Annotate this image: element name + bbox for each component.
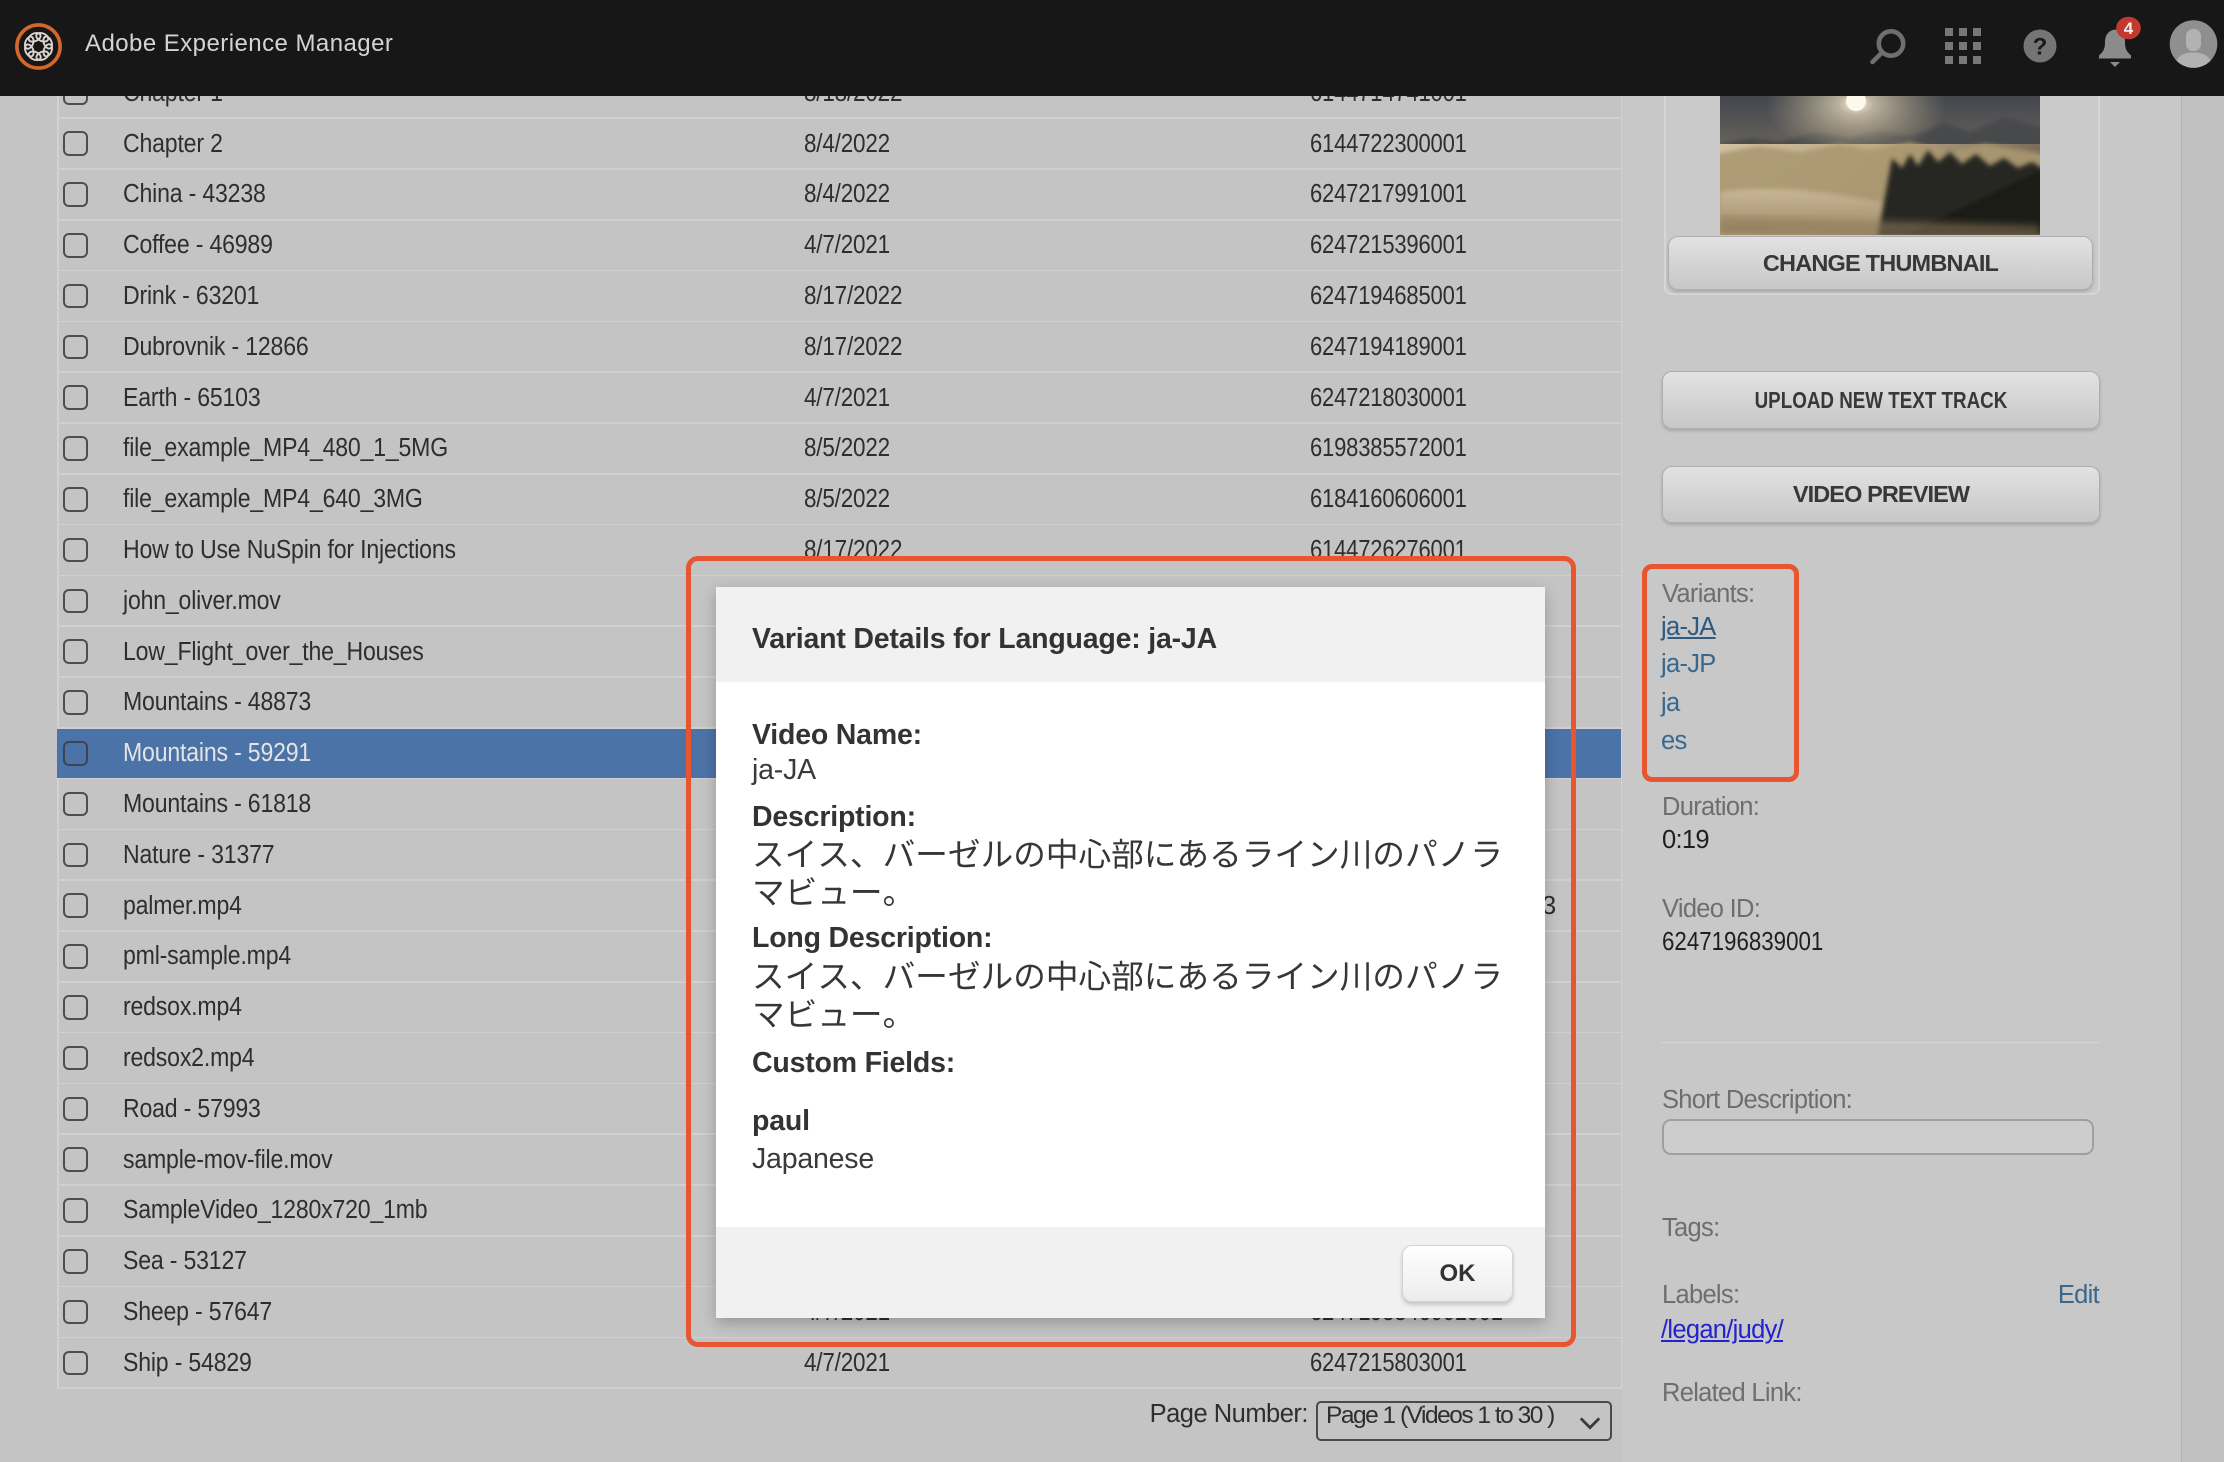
svg-text:?: ? [2033,34,2048,61]
svg-text:4: 4 [2124,19,2134,38]
